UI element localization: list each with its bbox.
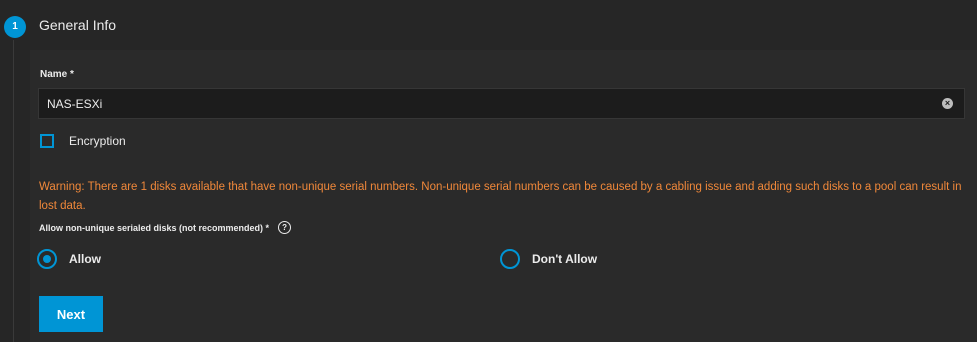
radio-option-dont-allow[interactable]: Don't Allow: [500, 249, 597, 269]
radio-button-allow[interactable]: [37, 249, 57, 269]
step-title[interactable]: General Info: [39, 17, 116, 33]
serial-radio-group-header: Allow non-unique serialed disks (not rec…: [39, 221, 292, 234]
encryption-label[interactable]: Encryption: [69, 134, 126, 148]
name-field-label: Name *: [40, 69, 74, 80]
radio-label-dont-allow[interactable]: Don't Allow: [532, 252, 597, 266]
help-icon[interactable]: ?: [278, 221, 292, 234]
name-input[interactable]: [47, 89, 927, 118]
radio-option-allow[interactable]: Allow: [37, 249, 101, 269]
duplicate-serial-warning: Warning: There are 1 disks available tha…: [39, 181, 962, 212]
next-button[interactable]: Next: [39, 296, 103, 332]
serial-radio-group-label: Allow non-unique serialed disks (not rec…: [39, 222, 270, 233]
stepper: 1 General Info Name * × Encryption Warni…: [0, 0, 977, 342]
name-input-container[interactable]: ×: [38, 88, 965, 119]
encryption-checkbox-row[interactable]: Encryption: [40, 132, 126, 150]
step-number-badge[interactable]: 1: [4, 16, 26, 38]
clear-icon[interactable]: ×: [942, 98, 953, 109]
radio-label-allow[interactable]: Allow: [69, 252, 101, 266]
radio-selected-dot: [43, 255, 51, 263]
radio-button-dont-allow[interactable]: [500, 249, 520, 269]
encryption-checkbox[interactable]: [40, 134, 54, 148]
stepper-rail: [13, 40, 14, 342]
